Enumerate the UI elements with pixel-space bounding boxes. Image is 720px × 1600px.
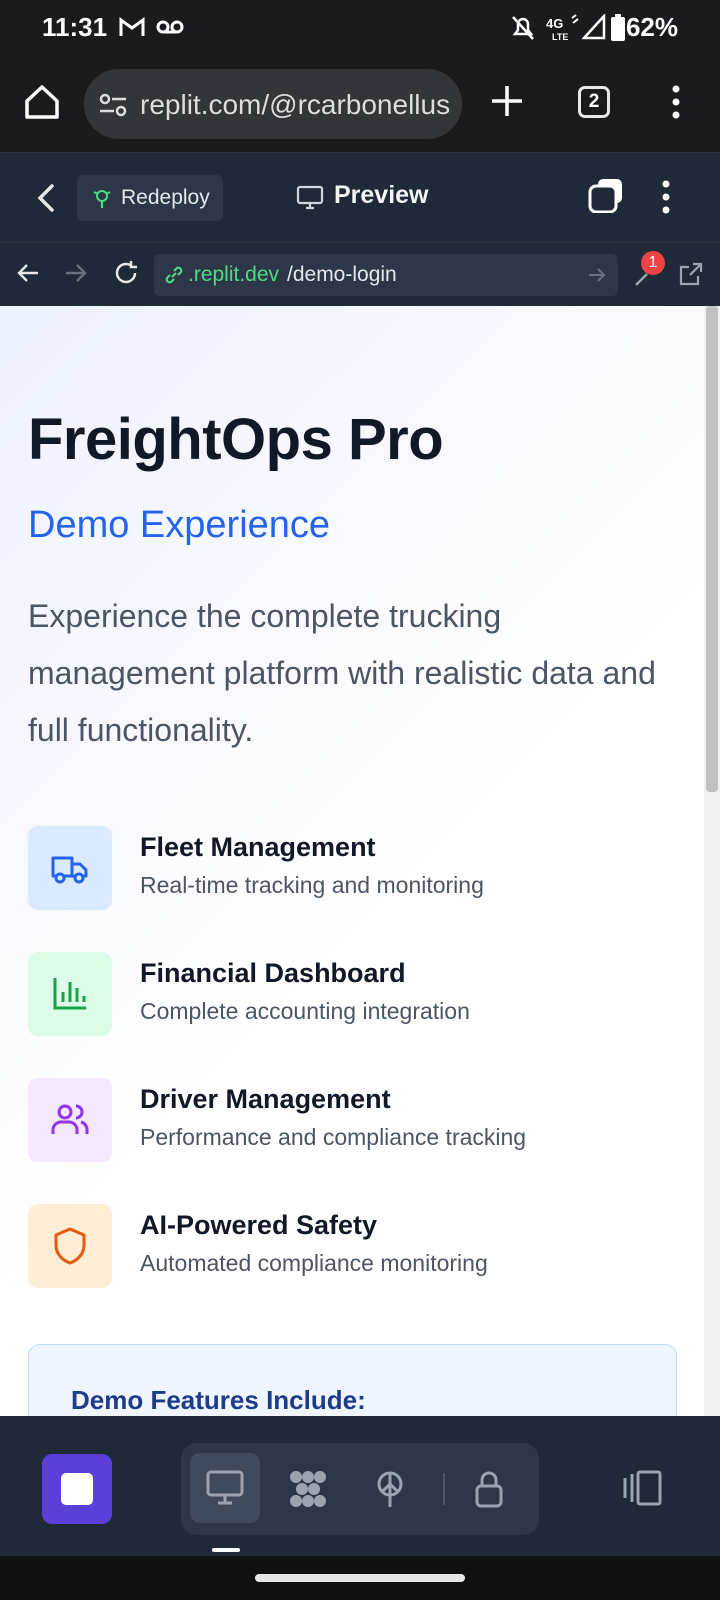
status-bar: 11:31 4G LTE 62% [0, 0, 720, 56]
panels-icon[interactable] [622, 1470, 664, 1506]
bar-chart-icon [53, 978, 86, 1010]
browser-toolbar: replit.com/@rcarbonellus 2 [0, 56, 720, 152]
back-chevron-icon[interactable] [36, 183, 56, 213]
users-icon [51, 1104, 89, 1134]
feature-title: Driver Management [140, 1084, 391, 1114]
voicemail-icon [156, 20, 184, 34]
replit-bottom-toolbar [0, 1416, 720, 1556]
feature-description: Complete accounting integration [140, 998, 470, 1024]
feature-ai-powered-safety: AI-Powered Safety Automated compliance m… [28, 1204, 678, 1288]
feature-driver-management: Driver Management Performance and compli… [28, 1078, 678, 1162]
phone-screen: 11:31 4G LTE 62% replit.com/@rcarbonellus… [0, 0, 720, 1600]
preview-tab-label[interactable]: Preview [334, 181, 429, 210]
webview-domain: .replit.dev [188, 263, 280, 286]
deploy-icon [377, 1471, 403, 1507]
replit-header: Redeploy Preview [0, 152, 720, 242]
feature-icon-box [28, 1204, 112, 1288]
apps-grid-icon [290, 1471, 326, 1507]
nav-back-icon[interactable] [16, 261, 40, 285]
feature-title: Fleet Management [140, 832, 376, 862]
scrollbar-thumb[interactable] [706, 306, 718, 792]
webview-nav: .replit.dev /demo-login 1 [0, 242, 720, 306]
truck-icon [51, 856, 88, 884]
redeploy-button[interactable]: Redeploy [77, 175, 223, 221]
tab-switcher-button[interactable]: 2 [578, 86, 610, 118]
battery-icon [611, 14, 625, 41]
svg-text:4G: 4G [546, 16, 563, 31]
tool-switcher [181, 1443, 539, 1535]
network-lte-icon: 4GLTE [546, 14, 579, 42]
more-options-icon[interactable] [660, 179, 672, 215]
home-gesture-handle[interactable] [255, 1574, 465, 1582]
page-scrollbar[interactable] [704, 306, 720, 1416]
deploy-icon [93, 190, 111, 208]
status-time: 11:31 [42, 12, 108, 42]
active-tool-indicator [212, 1548, 240, 1552]
monitor-icon [206, 1470, 244, 1505]
page-description: Experience the complete trucking managem… [28, 598, 656, 748]
page-subtitle: Demo Experience [28, 504, 331, 546]
feature-description: Performance and compliance tracking [140, 1124, 527, 1150]
deployments-tool-button[interactable] [354, 1453, 424, 1523]
feature-title: Financial Dashboard [140, 958, 406, 988]
lock-icon [475, 1471, 503, 1508]
battery-percent: 62% [625, 12, 678, 42]
gesture-bar [0, 1556, 720, 1600]
link-icon [165, 266, 183, 284]
stop-icon [61, 1473, 93, 1505]
feature-icon-box [28, 1078, 112, 1162]
nav-forward-icon[interactable] [64, 261, 88, 285]
home-icon[interactable] [22, 82, 62, 122]
webview-path: /demo-login [287, 263, 397, 286]
reload-icon[interactable] [112, 259, 140, 287]
feature-financial-dashboard: Financial Dashboard Complete accounting … [28, 952, 678, 1036]
stop-button[interactable] [42, 1454, 112, 1524]
workspace-tool-button[interactable] [272, 1453, 342, 1523]
shield-icon [54, 1227, 86, 1265]
go-arrow-icon[interactable] [588, 266, 606, 284]
feature-fleet-management: Fleet Management Real-time tracking and … [28, 826, 678, 910]
feature-description: Real-time tracking and monitoring [140, 872, 484, 898]
address-url[interactable]: replit.com/@rcarbonellus [140, 89, 458, 121]
feature-title: AI-Powered Safety [140, 1210, 378, 1240]
preview-tool-button[interactable] [190, 1453, 260, 1523]
signal-icon [582, 14, 606, 40]
svg-text:LTE: LTE [552, 32, 568, 42]
monitor-icon [296, 185, 324, 210]
bell-off-icon [512, 16, 534, 40]
site-settings-icon[interactable] [98, 92, 128, 118]
demo-features-card: Demo Features Include: [28, 1344, 677, 1416]
secrets-tool-button[interactable] [453, 1453, 523, 1523]
tab-overview-icon[interactable] [588, 177, 624, 213]
new-tab-icon[interactable] [490, 84, 524, 118]
gmail-icon [119, 17, 145, 36]
feature-icon-box [28, 826, 112, 910]
feature-description: Automated compliance monitoring [140, 1250, 488, 1276]
address-bar[interactable]: replit.com/@rcarbonellus [84, 69, 462, 139]
browser-menu-icon[interactable] [670, 84, 682, 120]
open-external-icon[interactable] [678, 261, 704, 287]
page-title: FreightOps Pro [28, 407, 444, 472]
webview-url-field[interactable]: .replit.dev /demo-login [154, 254, 618, 296]
demo-card-title: Demo Features Include: [71, 1385, 366, 1415]
toolbar-divider [443, 1473, 445, 1505]
redeploy-label: Redeploy [121, 186, 210, 209]
page-content: FreightOps Pro Demo Experience Experienc… [0, 306, 720, 1416]
devtools-badge: 1 [641, 251, 665, 275]
feature-icon-box [28, 952, 112, 1036]
